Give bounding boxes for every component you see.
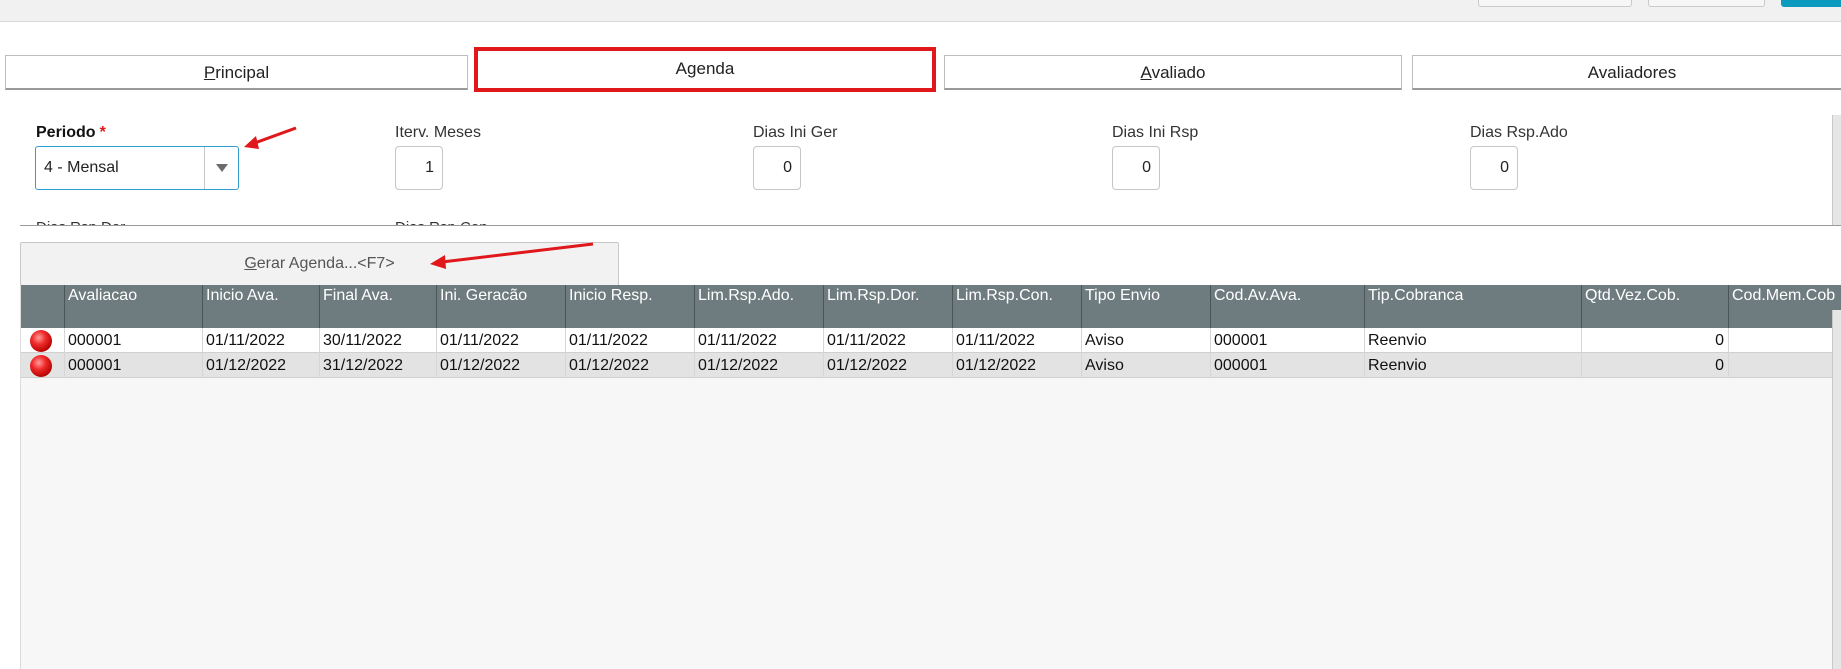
column-header[interactable]: Avaliacao	[65, 285, 203, 328]
column-header[interactable]: Cod.Mem.Cob	[1729, 285, 1841, 328]
gerar-agenda-button[interactable]: Gerar Agenda...<F7>	[20, 242, 619, 286]
column-header[interactable]: Ini. Geracão	[437, 285, 566, 328]
section-divider	[20, 225, 1841, 226]
table-cell: 0	[1582, 353, 1729, 378]
table-cell: 01/11/2022	[566, 328, 695, 353]
table-cell: 01/11/2022	[203, 328, 320, 353]
red-status-icon	[30, 330, 52, 352]
iterv-meses-label: Iterv. Meses	[395, 124, 481, 141]
tab-agenda[interactable]: Agenda	[474, 47, 936, 92]
required-marker: *	[99, 124, 106, 141]
table-cell: 01/12/2022	[437, 353, 566, 378]
table-cell: 01/11/2022	[953, 328, 1082, 353]
table-cell: 01/12/2022	[824, 353, 953, 378]
dropdown-button[interactable]	[204, 147, 238, 189]
status-cell	[21, 328, 65, 353]
tab-avaliado[interactable]: Avaliado	[944, 55, 1402, 90]
agenda-grid: Avaliacao Inicio Ava. Final Ava. Ini. Ge…	[20, 285, 1841, 669]
folder-tabs: Principal Agenda Avaliado Avaliadores	[0, 47, 1841, 92]
tab-principal[interactable]: Principal	[5, 55, 468, 90]
table-cell: 01/12/2022	[203, 353, 320, 378]
column-header[interactable]: Inicio Resp.	[566, 285, 695, 328]
toolbar-button[interactable]	[1478, 0, 1632, 7]
periodo-label: Periodo *	[36, 124, 106, 141]
dias-ini-rsp-label: Dias Ini Rsp	[1112, 124, 1199, 141]
table-cell: Aviso	[1082, 353, 1211, 378]
dias-ini-ger-input[interactable]: 0	[753, 146, 801, 190]
column-header[interactable]: Final Ava.	[320, 285, 437, 328]
periodo-value: 4 - Mensal	[44, 159, 119, 176]
table-row[interactable]: 000001 01/11/2022 30/11/2022 01/11/2022 …	[21, 328, 1841, 353]
status-cell	[21, 353, 65, 378]
column-header[interactable]: Tipo Envio	[1082, 285, 1211, 328]
table-cell: 000001	[1211, 328, 1365, 353]
column-header[interactable]: Lim.Rsp.Ado.	[695, 285, 824, 328]
annotation-arrow-icon	[244, 126, 297, 149]
dias-rsp-ado-input[interactable]: 0	[1470, 146, 1518, 190]
red-status-icon	[30, 355, 52, 377]
grid-scrollbar[interactable]	[1832, 310, 1841, 669]
table-cell: 01/12/2022	[566, 353, 695, 378]
table-cell	[1729, 353, 1841, 378]
table-cell: 01/11/2022	[437, 328, 566, 353]
top-toolbar	[0, 0, 1841, 22]
toolbar-primary-button[interactable]	[1781, 0, 1841, 7]
table-cell: 30/11/2022	[320, 328, 437, 353]
table-cell: 01/12/2022	[953, 353, 1082, 378]
table-cell: 01/11/2022	[824, 328, 953, 353]
table-cell: 000001	[65, 328, 203, 353]
table-cell: 000001	[1211, 353, 1365, 378]
grid-header: Avaliacao Inicio Ava. Final Ava. Ini. Ge…	[21, 285, 1841, 328]
dias-rsp-ado-label: Dias Rsp.Ado	[1470, 124, 1568, 141]
column-header[interactable]: Cod.Av.Ava.	[1211, 285, 1365, 328]
grid-header-status	[21, 285, 65, 328]
form-scrollbar[interactable]	[1832, 115, 1841, 225]
table-cell: 01/11/2022	[695, 328, 824, 353]
iterv-meses-input[interactable]: 1	[395, 146, 443, 190]
dias-ini-rsp-input[interactable]: 0	[1112, 146, 1160, 190]
table-cell: 01/12/2022	[695, 353, 824, 378]
table-cell: 31/12/2022	[320, 353, 437, 378]
table-row[interactable]: 000001 01/12/2022 31/12/2022 01/12/2022 …	[21, 353, 1841, 378]
table-cell: 000001	[65, 353, 203, 378]
dias-ini-ger-label: Dias Ini Ger	[753, 124, 838, 141]
table-cell: 0	[1582, 328, 1729, 353]
column-header[interactable]: Lim.Rsp.Con.	[953, 285, 1082, 328]
column-header[interactable]: Lim.Rsp.Dor.	[824, 285, 953, 328]
chevron-down-icon	[216, 164, 228, 172]
column-header[interactable]: Tip.Cobranca	[1365, 285, 1582, 328]
tab-avaliadores[interactable]: Avaliadores	[1412, 55, 1841, 90]
table-cell: Reenvio	[1365, 353, 1582, 378]
periodo-select[interactable]: 4 - Mensal	[35, 146, 239, 190]
toolbar-button[interactable]	[1648, 0, 1765, 7]
table-cell: Aviso	[1082, 328, 1211, 353]
table-cell	[1729, 328, 1841, 353]
column-header[interactable]: Qtd.Vez.Cob.	[1582, 285, 1729, 328]
column-header[interactable]: Inicio Ava.	[203, 285, 320, 328]
table-cell: Reenvio	[1365, 328, 1582, 353]
